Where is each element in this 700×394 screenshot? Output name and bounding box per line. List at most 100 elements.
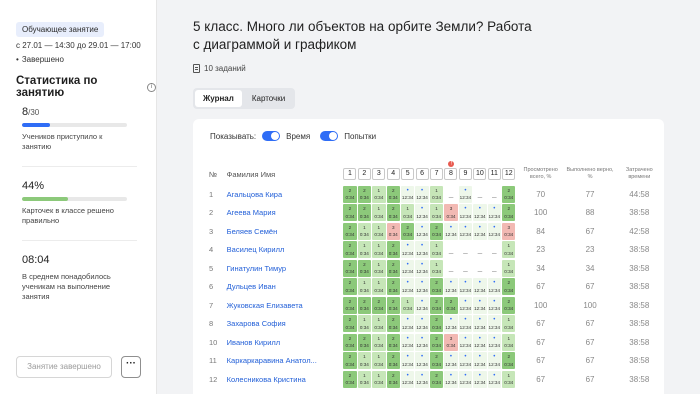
task-result-cell[interactable]: • 12:34	[458, 204, 473, 223]
task-result-cell[interactable]: • 12:34	[444, 352, 458, 371]
task-result-cell[interactable]: 2 0:34	[429, 222, 444, 241]
task-result-cell[interactable]: • 12:34	[473, 278, 487, 297]
task-result-cell[interactable]: 2 0:34	[386, 204, 400, 223]
task-result-cell[interactable]: 1 0:34	[372, 241, 386, 260]
task-result-cell[interactable]: 2 0:34	[502, 185, 516, 204]
task-result-cell[interactable]: 2 0:34	[502, 296, 516, 315]
task-result-cell[interactable]: 3 0:34	[444, 204, 458, 223]
student-name-link[interactable]: Агальцова Кира	[227, 190, 282, 199]
task-result-cell[interactable]: 2 0:34	[343, 222, 357, 241]
task-result-cell[interactable]: 1 0:34	[372, 352, 386, 371]
task-result-cell[interactable]: 1 0:34	[502, 315, 516, 334]
task-result-cell[interactable]: 1 0:34	[400, 204, 415, 223]
student-name-link[interactable]: Иванов Кирилл	[227, 338, 281, 347]
task-result-cell[interactable]: • 12:34	[400, 185, 415, 204]
task-result-cell[interactable]: • 12:34	[415, 204, 429, 223]
task-result-cell[interactable]: 2 0:34	[357, 333, 372, 352]
task-result-cell[interactable]: 2 0:34	[343, 352, 357, 371]
task-result-cell[interactable]: —	[444, 241, 458, 260]
task-result-cell[interactable]: • 12:34	[487, 296, 502, 315]
task-result-cell[interactable]: • 12:34	[458, 352, 473, 371]
student-name-link[interactable]: Каркаркаравина Анатол...	[227, 356, 317, 365]
task-result-cell[interactable]: 1 0:34	[372, 333, 386, 352]
task-result-cell[interactable]: • 12:34	[415, 241, 429, 260]
task-result-cell[interactable]: • 12:34	[400, 241, 415, 260]
task-result-cell[interactable]: • 12:34	[458, 278, 473, 297]
task-result-cell[interactable]: —	[473, 185, 487, 204]
task-result-cell[interactable]: 1 0:34	[429, 259, 444, 278]
task-number-7[interactable]: 7	[429, 163, 444, 185]
task-number-11[interactable]: 11	[487, 163, 501, 185]
task-result-cell[interactable]: 1 0:34	[429, 204, 444, 223]
task-result-cell[interactable]: 2 0:34	[343, 241, 357, 260]
task-result-cell[interactable]: —	[487, 259, 502, 278]
task-result-cell[interactable]: 1 0:34	[372, 222, 386, 241]
info-icon[interactable]: i	[147, 82, 156, 92]
task-result-cell[interactable]: • 12:34	[487, 315, 502, 334]
student-name-link[interactable]: Беляев Семён	[227, 227, 278, 236]
task-result-cell[interactable]: • 12:34	[415, 333, 429, 352]
task-result-cell[interactable]: 2 0:34	[429, 296, 444, 315]
task-result-cell[interactable]: 2 0:34	[343, 185, 357, 204]
task-result-cell[interactable]: • 12:34	[415, 315, 429, 334]
task-result-cell[interactable]: 2 0:34	[343, 278, 357, 297]
task-result-cell[interactable]: —	[473, 259, 487, 278]
task-result-cell[interactable]: • 12:34	[473, 296, 487, 315]
task-result-cell[interactable]: 3 0:34	[444, 333, 458, 352]
task-result-cell[interactable]: 1 0:34	[357, 370, 372, 389]
task-result-cell[interactable]: 1 0:34	[357, 241, 372, 260]
task-number-2[interactable]: 2	[357, 163, 371, 185]
task-result-cell[interactable]: 2 0:34	[429, 352, 444, 371]
task-result-cell[interactable]: —	[444, 185, 458, 204]
task-result-cell[interactable]: 1 0:34	[372, 370, 386, 389]
student-name-link[interactable]: Колесникова Кристина	[227, 375, 306, 384]
student-name-link[interactable]: Дульцев Иван	[227, 282, 276, 291]
task-result-cell[interactable]: 2 0:34	[343, 296, 357, 315]
task-result-cell[interactable]: • 12:34	[444, 370, 458, 389]
task-result-cell[interactable]: 2 0:34	[386, 278, 400, 297]
task-result-cell[interactable]: • 12:34	[473, 204, 487, 223]
task-result-cell[interactable]: 1 0:34	[372, 278, 386, 297]
task-result-cell[interactable]: 1 0:34	[429, 185, 444, 204]
task-result-cell[interactable]: • 12:34	[400, 352, 415, 371]
task-result-cell[interactable]: 1 0:34	[400, 296, 415, 315]
task-number-9[interactable]: 9	[458, 163, 472, 185]
task-result-cell[interactable]: 1 0:34	[372, 259, 386, 278]
task-number-3[interactable]: 3	[372, 163, 386, 185]
task-result-cell[interactable]: 3 0:34	[386, 222, 400, 241]
task-result-cell[interactable]: 2 0:34	[357, 296, 372, 315]
task-result-cell[interactable]: 2 0:34	[429, 315, 444, 334]
task-result-cell[interactable]: 2 0:34	[372, 296, 386, 315]
task-result-cell[interactable]: 1 0:34	[357, 278, 372, 297]
task-result-cell[interactable]: 1 0:34	[372, 185, 386, 204]
task-result-cell[interactable]: —	[458, 241, 473, 260]
task-result-cell[interactable]: • 12:34	[458, 333, 473, 352]
task-result-cell[interactable]: 1 0:34	[357, 222, 372, 241]
task-result-cell[interactable]: • 12:34	[444, 278, 458, 297]
task-result-cell[interactable]: 2 0:34	[357, 185, 372, 204]
task-result-cell[interactable]: —	[487, 241, 502, 260]
task-result-cell[interactable]: • 12:34	[487, 333, 502, 352]
task-result-cell[interactable]: • 12:34	[415, 222, 429, 241]
task-result-cell[interactable]: 2 0:34	[386, 185, 400, 204]
task-result-cell[interactable]: • 12:34	[444, 315, 458, 334]
task-result-cell[interactable]: —	[458, 259, 473, 278]
task-result-cell[interactable]: 2 0:34	[429, 333, 444, 352]
task-result-cell[interactable]: 1 0:34	[502, 333, 516, 352]
task-result-cell[interactable]: 2 0:34	[386, 333, 400, 352]
task-result-cell[interactable]: • 12:34	[415, 278, 429, 297]
task-result-cell[interactable]: 2 0:34	[357, 204, 372, 223]
task-result-cell[interactable]: 2 0:34	[386, 352, 400, 371]
task-number-1[interactable]: 1	[343, 163, 357, 185]
task-result-cell[interactable]: 1 0:34	[372, 204, 386, 223]
task-result-cell[interactable]: 2 0:34	[502, 204, 516, 223]
task-result-cell[interactable]: 1 0:34	[429, 241, 444, 260]
task-result-cell[interactable]: 2 0:34	[400, 222, 415, 241]
task-result-cell[interactable]: 2 0:34	[343, 370, 357, 389]
task-result-cell[interactable]: 2 0:34	[386, 259, 400, 278]
task-result-cell[interactable]: 1 0:34	[502, 241, 516, 260]
task-result-cell[interactable]: 2 0:34	[386, 370, 400, 389]
task-result-cell[interactable]: • 12:34	[400, 333, 415, 352]
task-result-cell[interactable]: 2 0:34	[386, 296, 400, 315]
task-result-cell[interactable]: 2 0:34	[343, 333, 357, 352]
